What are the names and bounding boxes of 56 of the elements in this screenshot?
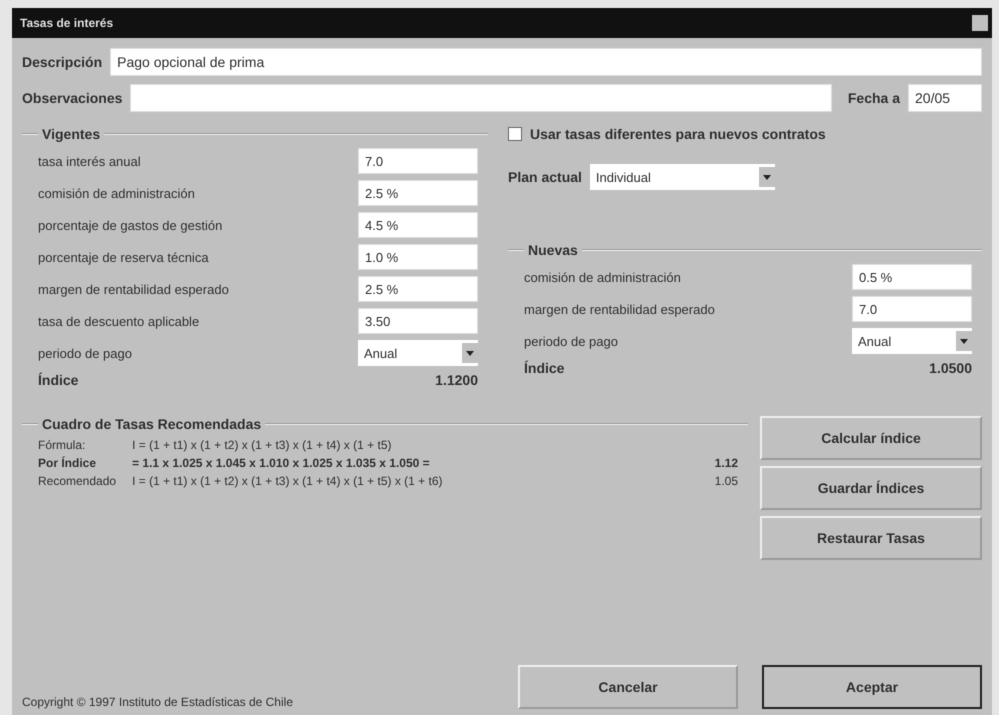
formula-label: Fórmula: xyxy=(38,438,86,452)
index-label: Índice xyxy=(38,372,80,388)
rate-field[interactable]: 7.0 xyxy=(358,148,478,174)
rate-label: periodo de pago xyxy=(38,346,133,360)
rate-label: comisión de administración xyxy=(38,186,196,200)
rate-field[interactable]: 0.5 % xyxy=(852,264,972,290)
index-value: 1.1200 xyxy=(434,372,478,388)
rate-field[interactable]: 4.5 % xyxy=(358,212,478,238)
close-button[interactable] xyxy=(972,15,988,31)
rate-label: margen de rentabilidad esperado xyxy=(38,282,230,296)
plan-dropdown[interactable]: Individual xyxy=(590,164,775,190)
rate-field[interactable]: 7.0 xyxy=(852,296,972,322)
accept-button[interactable]: Aceptar xyxy=(762,665,982,709)
group-title: Nuevas xyxy=(527,242,579,258)
rate-field[interactable]: 3.50 xyxy=(358,308,478,334)
formula-text: = 1.1 x 1.025 x 1.045 x 1.010 x 1.025 x 1.035 x 1.050 = xyxy=(132,456,431,470)
formula-label: Por Índice xyxy=(38,456,98,470)
period-dropdown[interactable]: Anual xyxy=(358,340,478,366)
caret-icon xyxy=(762,174,771,180)
action-button[interactable]: Restaurar Tasas xyxy=(760,516,982,560)
period-dropdown[interactable]: Anual xyxy=(852,328,972,354)
field-label: Fecha a xyxy=(848,90,900,106)
index-label: Índice xyxy=(524,360,566,376)
rate-label: comisión de administración xyxy=(524,270,682,284)
formula-text: I = (1 + t1) x (1 + t2) x (1 + t3) x (1 + t4) x (1 + t5) xyxy=(132,438,392,452)
action-button[interactable]: Guardar Índices xyxy=(760,466,982,510)
rate-label: periodo de pago xyxy=(524,334,619,348)
notes-field[interactable] xyxy=(130,84,832,112)
description-field[interactable]: Pago opcional de prima xyxy=(110,48,982,76)
caret-icon xyxy=(960,338,968,344)
date-field[interactable]: 20/05 xyxy=(908,84,982,112)
checkbox-label: Usar tasas diferentes para nuevos contratos xyxy=(530,126,826,142)
rate-label: porcentaje de gastos de gestión xyxy=(38,218,224,232)
group-title: Vigentes xyxy=(41,126,102,142)
rate-label: tasa de descuento aplicable xyxy=(38,314,200,328)
group-title: Cuadro de Tasas Recomendadas xyxy=(41,416,262,432)
field-label: Descripción xyxy=(22,54,102,70)
action-button[interactable]: Calcular índice xyxy=(760,416,982,460)
copyright-text: Copyright © 1997 Instituto de Estadísticas de Chile xyxy=(22,695,293,709)
rate-label: tasa interés anual xyxy=(38,154,142,168)
formula-result: 1.05 xyxy=(714,474,738,488)
window-title: Tasas de interés xyxy=(20,16,114,30)
formula-label: Recomendado xyxy=(38,474,116,488)
cancel-button[interactable]: Cancelar xyxy=(518,665,738,709)
formula-text: I = (1 + t1) x (1 + t2) x (1 + t3) x (1 + t4) x (1 + t5) x (1 + t6) xyxy=(132,474,444,488)
field-label: Observaciones xyxy=(22,90,122,106)
caret-icon xyxy=(466,350,474,356)
rate-field[interactable]: 2.5 % xyxy=(358,276,478,302)
rate-label: porcentaje de reserva técnica xyxy=(38,250,210,264)
formula-result: 1.12 xyxy=(714,456,738,470)
rate-label: margen de rentabilidad esperado xyxy=(524,302,716,316)
plan-label: Plan actual xyxy=(508,169,582,185)
checkbox[interactable] xyxy=(508,127,522,141)
rate-field[interactable]: 2.5 % xyxy=(358,180,478,206)
index-value: 1.0500 xyxy=(928,360,972,376)
rate-field[interactable]: 1.0 % xyxy=(358,244,478,270)
